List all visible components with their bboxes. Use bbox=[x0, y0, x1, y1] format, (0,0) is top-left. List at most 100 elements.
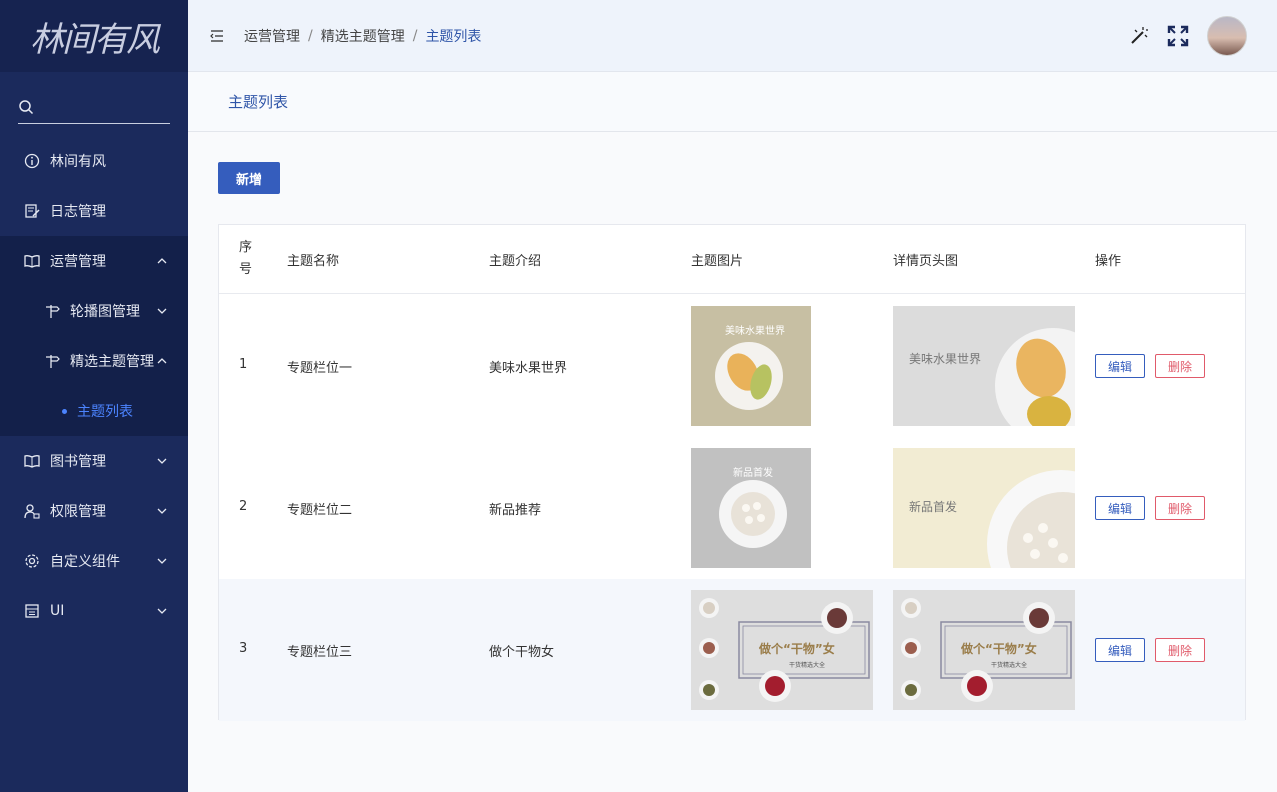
magic-wand-icon[interactable] bbox=[1127, 25, 1149, 47]
menu-fold-icon[interactable] bbox=[210, 29, 224, 43]
row-index: 3 bbox=[239, 641, 248, 656]
chevron-down-icon bbox=[156, 455, 168, 467]
table-row: 3 专题栏位三 做个干物女 做个“干物”女 干货精选大全 做个“干物”女 干货精… bbox=[219, 579, 1245, 721]
sidebar-item-featured-theme[interactable]: 精选主题管理 bbox=[0, 336, 188, 386]
sidebar: 林间有风 林间有风 日志管理 运营管理 轮播图管理 精选主题管理 主题列表 图书… bbox=[0, 0, 188, 792]
active-dot bbox=[62, 408, 67, 414]
sidebar-group-operations: 运营管理 轮播图管理 精选主题管理 主题列表 bbox=[0, 236, 188, 436]
breadcrumb-current: 主题列表 bbox=[425, 28, 482, 45]
delete-button[interactable]: 删除 bbox=[1155, 354, 1205, 378]
delete-button[interactable]: 删除 bbox=[1155, 638, 1205, 662]
column-header-actions: 操作 bbox=[1095, 253, 1122, 269]
column-header-name: 主题名称 bbox=[287, 253, 340, 269]
sidebar-item-books[interactable]: 图书管理 bbox=[0, 436, 188, 486]
chevron-down-icon bbox=[156, 505, 168, 517]
book-icon bbox=[24, 253, 40, 269]
sidebar-item-carousel[interactable]: 轮播图管理 bbox=[0, 286, 188, 336]
banner-caption: 美味水果世界 bbox=[909, 352, 982, 366]
breadcrumb: 运营管理 / 精选主题管理 / 主题列表 bbox=[244, 26, 481, 46]
signpost-icon bbox=[44, 303, 60, 319]
banner-image: 美味水果世界 bbox=[893, 306, 1075, 426]
sidebar-item-label: 轮播图管理 bbox=[70, 304, 140, 320]
banner-caption: 做个“干物”女 bbox=[961, 642, 1037, 656]
info-icon bbox=[24, 153, 40, 169]
header-actions bbox=[1127, 16, 1247, 56]
sidebar-item-theme-list[interactable]: 主题列表 bbox=[0, 386, 188, 436]
page-title-bar: 主题列表 bbox=[188, 72, 1277, 132]
table-row: 2 专题栏位二 新品推荐 新品首发 新品首发 编辑 删除 bbox=[219, 437, 1245, 579]
book-icon bbox=[24, 453, 40, 469]
user-lock-icon bbox=[24, 503, 40, 519]
row-actions: 编辑 删除 bbox=[1095, 354, 1215, 378]
row-actions: 编辑 删除 bbox=[1095, 496, 1215, 520]
chevron-down-icon bbox=[156, 605, 168, 617]
sidebar-item-log[interactable]: 日志管理 bbox=[0, 186, 188, 236]
row-intro: 做个干物女 bbox=[489, 645, 555, 660]
main-content: 新增 序号 主题名称 主题介绍 主题图片 详情页头图 操作 1 专题栏位一 美味… bbox=[188, 132, 1277, 792]
column-header-image: 主题图片 bbox=[691, 253, 744, 269]
row-index: 1 bbox=[239, 357, 248, 372]
chevron-down-icon bbox=[156, 305, 168, 317]
fruit-plate-illustration bbox=[715, 342, 783, 410]
delete-button[interactable]: 删除 bbox=[1155, 496, 1205, 520]
sidebar-item-label: 林间有风 bbox=[50, 154, 106, 170]
row-index: 2 bbox=[239, 499, 248, 514]
chevron-down-icon bbox=[156, 555, 168, 567]
add-button[interactable]: 新增 bbox=[218, 162, 280, 194]
sidebar-item-home[interactable]: 林间有风 bbox=[0, 136, 188, 186]
search-icon bbox=[19, 99, 34, 114]
edit-button[interactable]: 编辑 bbox=[1095, 354, 1145, 378]
breadcrumb-item[interactable]: 运营管理 bbox=[244, 26, 300, 46]
row-name: 专题栏位一 bbox=[287, 361, 353, 376]
breadcrumb-separator: / bbox=[412, 27, 418, 44]
sidebar-search[interactable] bbox=[18, 90, 170, 124]
sidebar-item-ui[interactable]: UI bbox=[0, 586, 188, 636]
sidebar-item-operations[interactable]: 运营管理 bbox=[0, 236, 188, 286]
edit-button[interactable]: 编辑 bbox=[1095, 496, 1145, 520]
signpost-icon bbox=[44, 353, 60, 369]
header: 运营管理 / 精选主题管理 / 主题列表 bbox=[188, 0, 1277, 72]
image-caption: 做个“干物”女 bbox=[759, 642, 835, 656]
sidebar-item-label: 图书管理 bbox=[50, 454, 106, 470]
sidebar-item-label: 自定义组件 bbox=[50, 554, 120, 570]
sidebar-item-label: UI bbox=[50, 603, 65, 619]
sidebar-item-permissions[interactable]: 权限管理 bbox=[0, 486, 188, 536]
banner-caption: 新品首发 bbox=[909, 500, 958, 514]
theme-image: 美味水果世界 bbox=[691, 306, 811, 426]
row-name: 专题栏位三 bbox=[287, 645, 353, 660]
image-subcaption: 干货精选大全 bbox=[789, 662, 826, 669]
column-header-banner: 详情页头图 bbox=[893, 253, 959, 269]
theme-table: 序号 主题名称 主题介绍 主题图片 详情页头图 操作 1 专题栏位一 美味水果世… bbox=[218, 224, 1246, 721]
lotus-seed-plate-illustration bbox=[719, 480, 787, 548]
banner-subcaption: 干货精选大全 bbox=[991, 662, 1028, 669]
theme-image: 新品首发 bbox=[691, 448, 811, 568]
avatar[interactable] bbox=[1207, 16, 1247, 56]
row-name: 专题栏位二 bbox=[287, 503, 353, 518]
theme-image: 做个“干物”女 干货精选大全 bbox=[691, 590, 873, 710]
sidebar-item-label: 精选主题管理 bbox=[70, 354, 154, 370]
sidebar-item-label: 主题列表 bbox=[77, 404, 133, 420]
column-header-index: 序号 bbox=[239, 240, 253, 277]
row-intro: 新品推荐 bbox=[489, 503, 542, 518]
column-header-intro: 主题介绍 bbox=[489, 253, 542, 269]
sidebar-item-label: 权限管理 bbox=[50, 504, 106, 520]
page-title[interactable]: 主题列表 bbox=[228, 91, 288, 112]
chevron-up-icon bbox=[156, 255, 168, 267]
sidebar-item-label: 运营管理 bbox=[50, 254, 106, 270]
sidebar-menu: 林间有风 日志管理 运营管理 轮播图管理 精选主题管理 主题列表 图书管理 权限… bbox=[0, 136, 188, 636]
logo-text: 林间有风 bbox=[30, 19, 160, 60]
table-header: 序号 主题名称 主题介绍 主题图片 详情页头图 操作 bbox=[219, 225, 1245, 294]
row-intro: 美味水果世界 bbox=[489, 361, 568, 376]
edit-button[interactable]: 编辑 bbox=[1095, 638, 1145, 662]
table-row: 1 专题栏位一 美味水果世界 美味水果世界 美味水果世界 编辑 删除 bbox=[219, 295, 1245, 437]
chevron-up-icon bbox=[156, 355, 168, 367]
row-actions: 编辑 删除 bbox=[1095, 638, 1215, 662]
sidebar-item-custom-components[interactable]: 自定义组件 bbox=[0, 536, 188, 586]
breadcrumb-separator: / bbox=[308, 27, 313, 44]
banner-image: 新品首发 bbox=[893, 448, 1075, 568]
fullscreen-icon[interactable] bbox=[1167, 25, 1189, 47]
edit-doc-icon bbox=[24, 203, 40, 219]
breadcrumb-item[interactable]: 精选主题管理 bbox=[321, 26, 405, 46]
banner-image: 做个“干物”女 干货精选大全 bbox=[893, 590, 1075, 710]
sidebar-item-label: 日志管理 bbox=[50, 204, 106, 220]
